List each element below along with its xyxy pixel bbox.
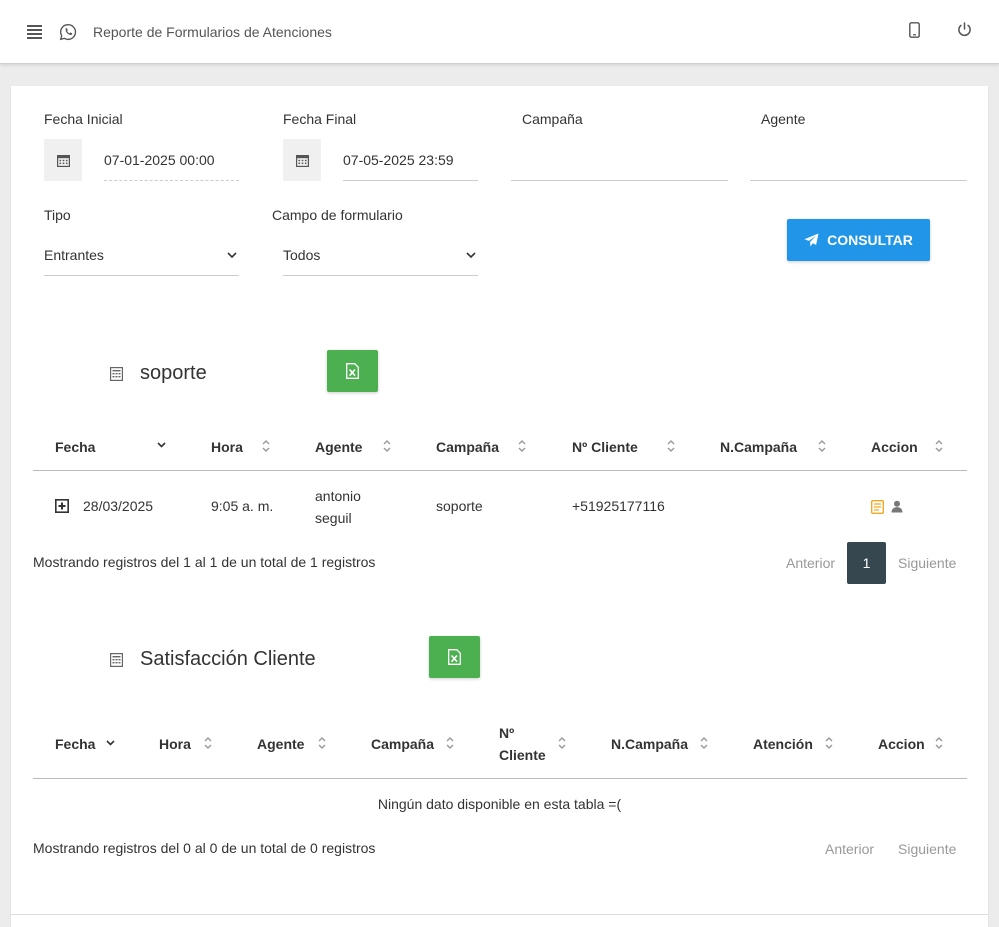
campo-select[interactable]: Todos [283,234,478,276]
excel-icon [346,363,359,379]
empty-table-message: Ningún dato disponible en esta tabla =( [377,796,622,812]
sort-icon[interactable] [824,735,834,751]
table-header-divider [33,778,967,779]
card-divider [11,914,988,915]
col-cliente-line1[interactable]: Nº [499,725,514,741]
phone-icon[interactable] [909,22,920,38]
cell-hora: 9:05 a. m. [211,498,274,514]
col-agente[interactable]: Agente [257,736,304,752]
sort-icon[interactable] [445,735,455,751]
cell-cliente: +51925177116 [572,498,665,514]
col-accion[interactable]: Accion [871,439,918,455]
campana-label: Campaña [522,111,583,127]
sort-icon[interactable] [934,735,944,751]
table-info: Mostrando registros del 1 al 1 de un tot… [33,554,376,570]
excel-export-button[interactable] [429,636,480,678]
fecha-final-input[interactable]: 07-05-2025 23:59 [343,139,478,181]
fecha-inicial-input[interactable]: 07-01-2025 00:00 [104,139,239,181]
chevron-down-icon [466,251,476,258]
agente-input[interactable] [750,139,967,181]
menu-icon[interactable] [27,25,42,39]
campana-input[interactable] [511,139,728,181]
col-agente[interactable]: Agente [315,439,362,455]
campo-value: Todos [283,246,321,263]
fecha-inicial-label: Fecha Inicial [44,111,123,127]
spreadsheet-icon [110,367,123,381]
excel-icon [448,649,461,665]
section-title: soporte [140,362,207,384]
sort-icon[interactable] [382,438,392,454]
report-card: Fecha Inicial 07-01-2025 00:00 Fecha Fin… [11,86,988,927]
sort-desc-icon[interactable] [106,740,115,746]
sort-icon[interactable] [934,438,944,454]
consultar-label: CONSULTAR [827,232,913,248]
sort-icon[interactable] [666,438,676,454]
col-campana[interactable]: Campaña [371,736,434,752]
sort-icon[interactable] [203,735,213,751]
calendar-icon[interactable] [283,139,321,181]
pagination-next[interactable]: Siguiente [898,841,956,857]
col-hora[interactable]: Hora [159,736,191,752]
sort-icon[interactable] [699,735,709,751]
power-icon[interactable] [957,22,972,37]
table-header-divider [33,470,967,471]
section-title: Satisfacción Cliente [140,648,316,670]
form-detail-icon[interactable] [871,500,884,514]
cell-campana: soporte [436,498,483,514]
col-n-campana[interactable]: N.Campaña [720,439,797,455]
tipo-select[interactable]: Entrantes [44,234,239,276]
chevron-down-icon [227,251,237,258]
col-cliente[interactable]: Nº Cliente [572,439,638,455]
agente-label: Agente [761,111,806,127]
sort-desc-icon[interactable] [157,442,166,448]
col-campana[interactable]: Campaña [436,439,499,455]
top-bar: Reporte de Formularios de Atenciones [0,0,999,64]
col-n-campana[interactable]: N.Campaña [611,736,688,752]
tipo-value: Entrantes [44,246,104,263]
spreadsheet-icon [110,653,123,667]
col-atencion[interactable]: Atención [753,736,813,752]
pagination-next[interactable]: Siguiente [898,555,956,571]
consultar-button[interactable]: CONSULTAR [787,219,930,261]
sort-icon[interactable] [517,438,527,454]
pagination-page-1[interactable]: 1 [847,542,886,584]
tipo-label: Tipo [44,207,71,223]
col-cliente-line2[interactable]: Cliente [499,747,546,763]
cell-agente-last: seguil [315,510,352,526]
fecha-final-label: Fecha Final [283,111,357,127]
send-icon [804,233,819,247]
pagination-prev[interactable]: Anterior [786,555,835,571]
excel-export-button[interactable] [327,350,378,392]
pagination-prev[interactable]: Anterior [825,841,874,857]
col-hora[interactable]: Hora [211,439,243,455]
sort-icon[interactable] [261,438,271,454]
col-fecha[interactable]: Fecha [55,439,95,455]
user-icon[interactable] [891,500,903,513]
sort-icon[interactable] [817,438,827,454]
sort-icon[interactable] [557,735,567,751]
calendar-icon[interactable] [44,139,82,181]
col-accion[interactable]: Accion [878,736,925,752]
sort-icon[interactable] [317,735,327,751]
table-info: Mostrando registros del 0 al 0 de un tot… [33,840,376,856]
cell-fecha: 28/03/2025 [83,498,154,514]
expand-row-icon[interactable] [55,499,69,513]
whatsapp-icon[interactable] [59,23,77,41]
col-fecha[interactable]: Fecha [55,736,95,752]
campo-label: Campo de formulario [272,207,403,223]
page-title: Reporte de Formularios de Atenciones [93,24,332,40]
cell-agente-first: antonio [315,488,361,504]
